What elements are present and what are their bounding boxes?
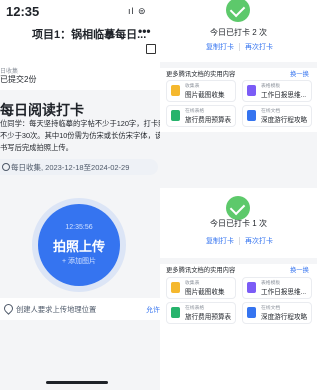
description-line: 位同学：每天坚持临摹的字帖不少于120字，打卡照 [0,119,160,128]
card-title: 深度游行程攻略 [261,314,307,321]
home-indicator [46,381,108,384]
more-content-heading: 更多腾讯文档的实用内容 [166,71,236,78]
allow-location-button[interactable]: 允许 [146,305,160,315]
separator [239,43,240,51]
doc-icon [247,307,256,318]
card-type: 收集表 [185,84,200,89]
checkin-count-text: 今日已打卡 1 次 [210,219,267,228]
refresh-button[interactable]: 换一换 [290,265,309,274]
add-image-link[interactable]: + 添加图片 [38,256,120,266]
card-type: 表格模板 [261,84,281,89]
share-icon[interactable] [146,44,156,54]
more-content-heading: 更多腾讯文档的实用内容 [166,267,236,274]
description-line: 不少于30次。其中10份需为仿宋或长仿宋字体，该 [0,131,160,140]
punch-card-screen: 12:35 ıl ⊜ 项目1：锅相临摹每日... ••• 日收集 已提交2份 每… [0,0,160,390]
section-gap [160,132,317,188]
date-range-text: 每日收集, 2023-12-18至2024-02-29 [11,163,130,172]
doc-icon [247,110,256,121]
mindmap-icon [247,85,256,96]
photo-upload-label: 拍照上传 [52,239,105,254]
card-type: 收集表 [185,281,200,286]
card-type: 在线文档 [261,109,281,114]
refresh-button[interactable]: 换一换 [290,69,309,78]
mindmap-icon [247,282,256,293]
card-title: 工作日报思维... [261,289,307,296]
capture-time: 12:35:56 [65,224,93,231]
success-check-icon [226,196,250,220]
description-line: 书写后完成拍照上传。 [0,143,73,152]
task-title: 每日阅读打卡 [0,102,84,118]
card-title: 工作日报思维... [261,92,307,99]
page-title: 项目1：锅相临摹每日... [32,29,147,41]
status-time: 12:35 [6,4,40,19]
location-requirement-text: 创建人要求上传地理位置 [16,305,97,314]
card-title: 深度游行程攻略 [261,117,307,124]
sheet-icon [171,110,180,121]
card-title: 旅行费用预算表 [185,314,231,321]
card-type: 在线表格 [185,109,205,114]
checkin-again-button[interactable]: 再次打卡 [245,42,273,52]
sheet-icon [171,307,180,318]
card-type: 在线文档 [261,306,281,311]
card-title: 旅行费用预算表 [185,117,231,124]
copy-checkin-button[interactable]: 复制打卡 [206,236,234,246]
card-title: 图片截图收集 [185,92,225,99]
card-title: 图片截图收集 [185,289,225,296]
more-menu-button[interactable]: ••• [138,24,151,38]
card-type: 在线表格 [185,306,205,311]
signal-icon: ıl ⊜ [128,6,147,16]
form-icon [171,282,180,293]
checkin-again-button[interactable]: 再次打卡 [245,236,273,246]
separator [239,237,240,245]
card-type: 表格模板 [261,281,281,286]
checkin-count-text: 今日已打卡 2 次 [210,28,267,37]
form-icon [171,85,180,96]
task-description: 位同学：每天坚持临摹的字帖不少于120字，打卡照 不少于30次。其中10份需为仿… [0,118,160,154]
copy-checkin-button[interactable]: 复制打卡 [206,42,234,52]
clock-icon [2,163,10,171]
submitted-count: 已提交2份 [0,75,37,84]
